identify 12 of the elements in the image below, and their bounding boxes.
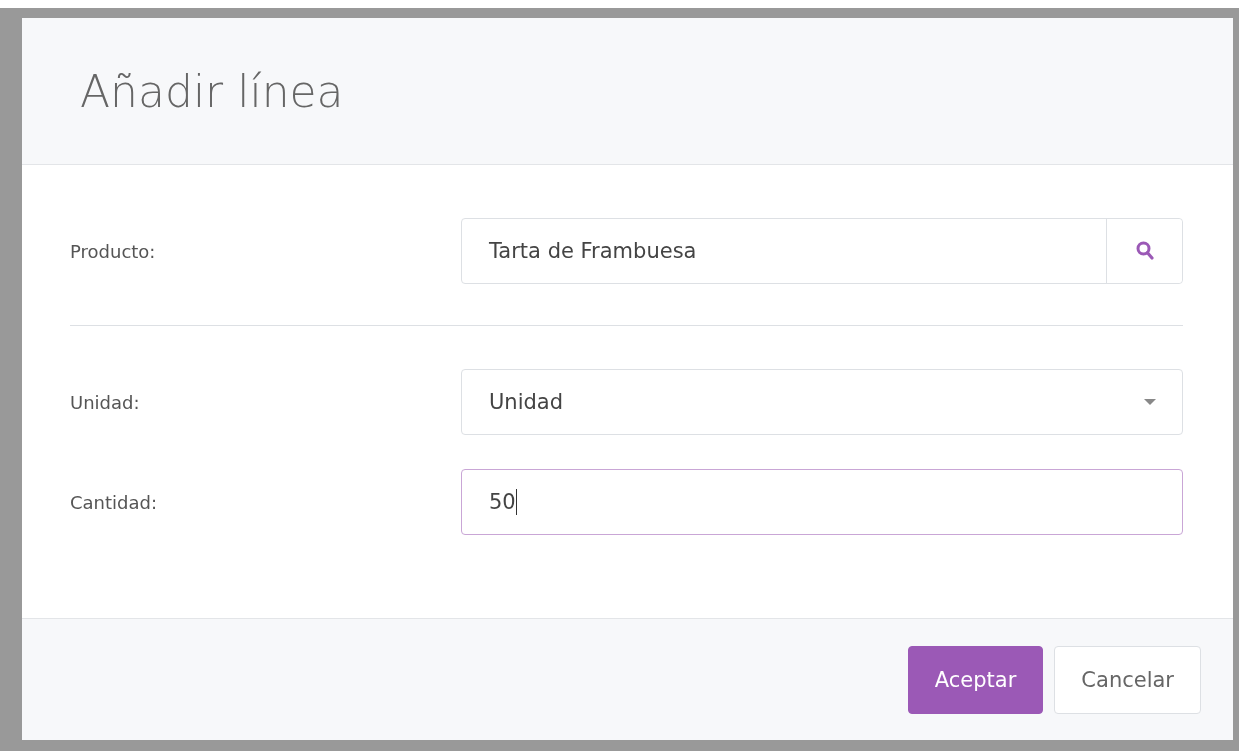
field-label: Unidad: [70, 391, 141, 413]
cancel-button[interactable]: Cancelar [1054, 645, 1201, 714]
search-field[interactable]: Tarta de Frambuesa [461, 218, 1183, 284]
caret-icon [1144, 399, 1156, 405]
search-icon [1135, 241, 1154, 261]
search-button[interactable] [1106, 219, 1182, 283]
field-label: Cantidad: [70, 491, 158, 513]
select-field[interactable]: Unidad [461, 369, 1183, 435]
accept-button[interactable]: Aceptar [907, 645, 1044, 714]
input-field[interactable]: 50 [461, 469, 1183, 535]
dialog-title: Añadir línea [80, 65, 344, 117]
field-label: Producto: [70, 240, 157, 262]
